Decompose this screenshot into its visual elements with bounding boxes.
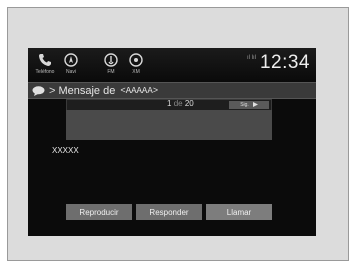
call-button-label: Llamar [226,207,252,217]
play-button[interactable]: Reproducir [66,204,132,220]
speech-bubble-icon [32,85,46,96]
page-total: 20 [184,99,194,108]
play-button-label: Reproducir [79,207,119,217]
page-title: Mensaje de [58,84,116,97]
call-button[interactable]: Llamar [206,204,272,220]
page-indicator: 1 de 20 [167,99,194,108]
phone-icon [36,52,54,68]
title-bar: > Mensaje de <AAAAA> [28,82,316,99]
message-body: XXXXX [52,146,79,155]
navi-icon [62,52,80,68]
audio-display: Teléfono Navi FM XM ıl lıl 12:34 > Mensa… [28,48,316,236]
action-bar: Reproducir Responder Llamar [66,204,272,220]
clock: 12:34 [259,52,310,73]
phone-button[interactable]: Teléfono [34,52,56,78]
reply-button-label: Responder [149,207,189,217]
xm-button-label: XM [132,69,140,75]
sender-name: <AAAAA> [120,85,159,96]
chevron-right-icon: > [49,84,56,97]
fm-button-label: FM [107,69,115,75]
xm-icon [127,52,145,68]
status-bar: Teléfono Navi FM XM ıl lıl 12:34 [28,48,316,82]
xm-button[interactable]: XM [125,52,147,78]
signal-icon: ıl lıl [247,55,256,61]
play-right-icon [252,101,258,109]
phone-button-label: Teléfono [35,69,55,75]
next-page-button[interactable]: Sig. [229,101,269,109]
fm-icon [102,52,120,68]
navi-button-label: Navi [65,69,76,75]
page-separator: de [173,99,183,108]
reply-button[interactable]: Responder [136,204,202,220]
message-header-box [66,110,272,140]
fm-button[interactable]: FM [100,52,122,78]
next-page-label: Sig. [240,102,249,108]
page-current: 1 [167,99,172,108]
navi-button[interactable]: Navi [60,52,82,78]
